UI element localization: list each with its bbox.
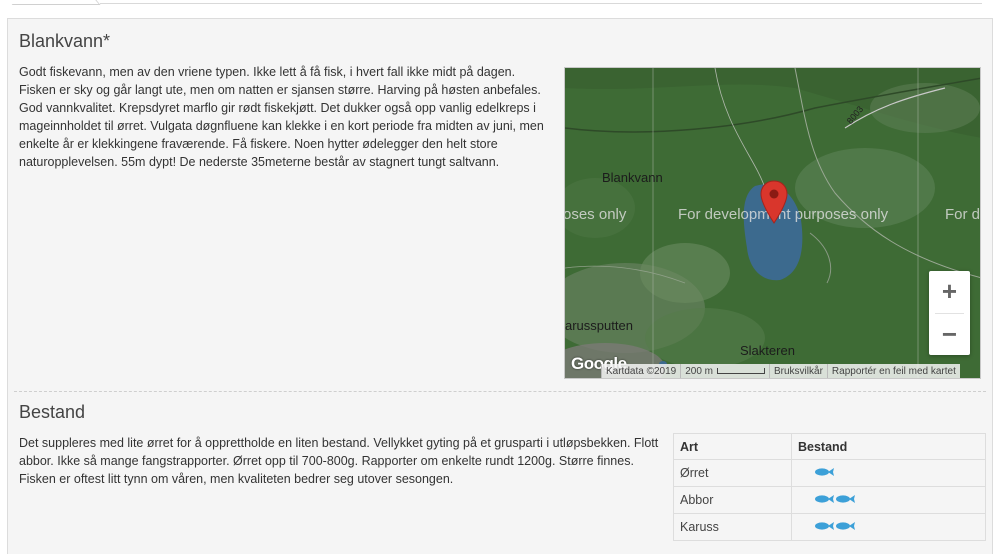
map-place-slakteren: Slakteren [740,343,795,358]
map-scale-label: 200 m [685,366,713,377]
tab-baseline [100,3,982,4]
map-terms-link[interactable]: Bruksvilkår [769,364,827,378]
lake-title: Blankvann* [19,31,111,51]
map-scale[interactable]: 200 m [680,364,769,378]
zoom-in-button[interactable]: + [929,271,970,312]
map-watermark: oses only [564,206,627,223]
lake-map[interactable]: oses only For development purposes only … [564,67,981,379]
species-name: Karuss [673,513,792,541]
species-name: Abbor [673,486,792,514]
stock-level-fishes [798,521,855,531]
lake-description: Godt fiskevann, men av den vriene typen.… [19,65,544,169]
fish-icon [815,522,834,530]
stock-level-fishes [798,467,834,477]
fish-icon [836,522,855,530]
map-marker-icon[interactable] [760,180,788,224]
col-header-bestand: Bestand [791,433,986,460]
tab-active-edge[interactable] [7,0,101,5]
map-watermark: For d [945,206,981,223]
stock-description: Det suppleres med lite ørret for å oppre… [19,436,659,486]
table-row: Ørret [673,459,986,487]
zoom-out-button[interactable]: − [929,314,970,355]
section-divider [14,391,986,392]
stock-table-header: Art Bestand [673,433,986,460]
map-place-karussputten: arussputten [565,318,633,333]
fish-icon [815,495,834,503]
map-footer: Kartdata ©2019 200 m Bruksvilkår Rapport… [601,364,960,378]
stock-table: Art Bestand Ørret Abbor Karuss [673,433,986,541]
species-name: Ørret [673,459,792,487]
map-place-blankvann: Blankvann [602,170,663,185]
map-report-link[interactable]: Rapportér en feil med kartet [826,364,960,378]
fish-icon [815,468,834,476]
tab-strip [0,0,1000,6]
stock-level [791,459,986,487]
stock-level [791,486,986,514]
fish-icon [836,495,855,503]
table-row: Karuss [673,513,986,541]
map-zoom-control: + − [929,271,970,355]
table-row: Abbor [673,486,986,514]
col-header-art: Art [673,433,792,460]
stock-level-fishes [798,494,855,504]
map-copyright: Kartdata ©2019 [601,364,681,378]
stock-level [791,513,986,541]
scale-bar-icon [717,368,765,375]
stock-title: Bestand [19,402,86,422]
